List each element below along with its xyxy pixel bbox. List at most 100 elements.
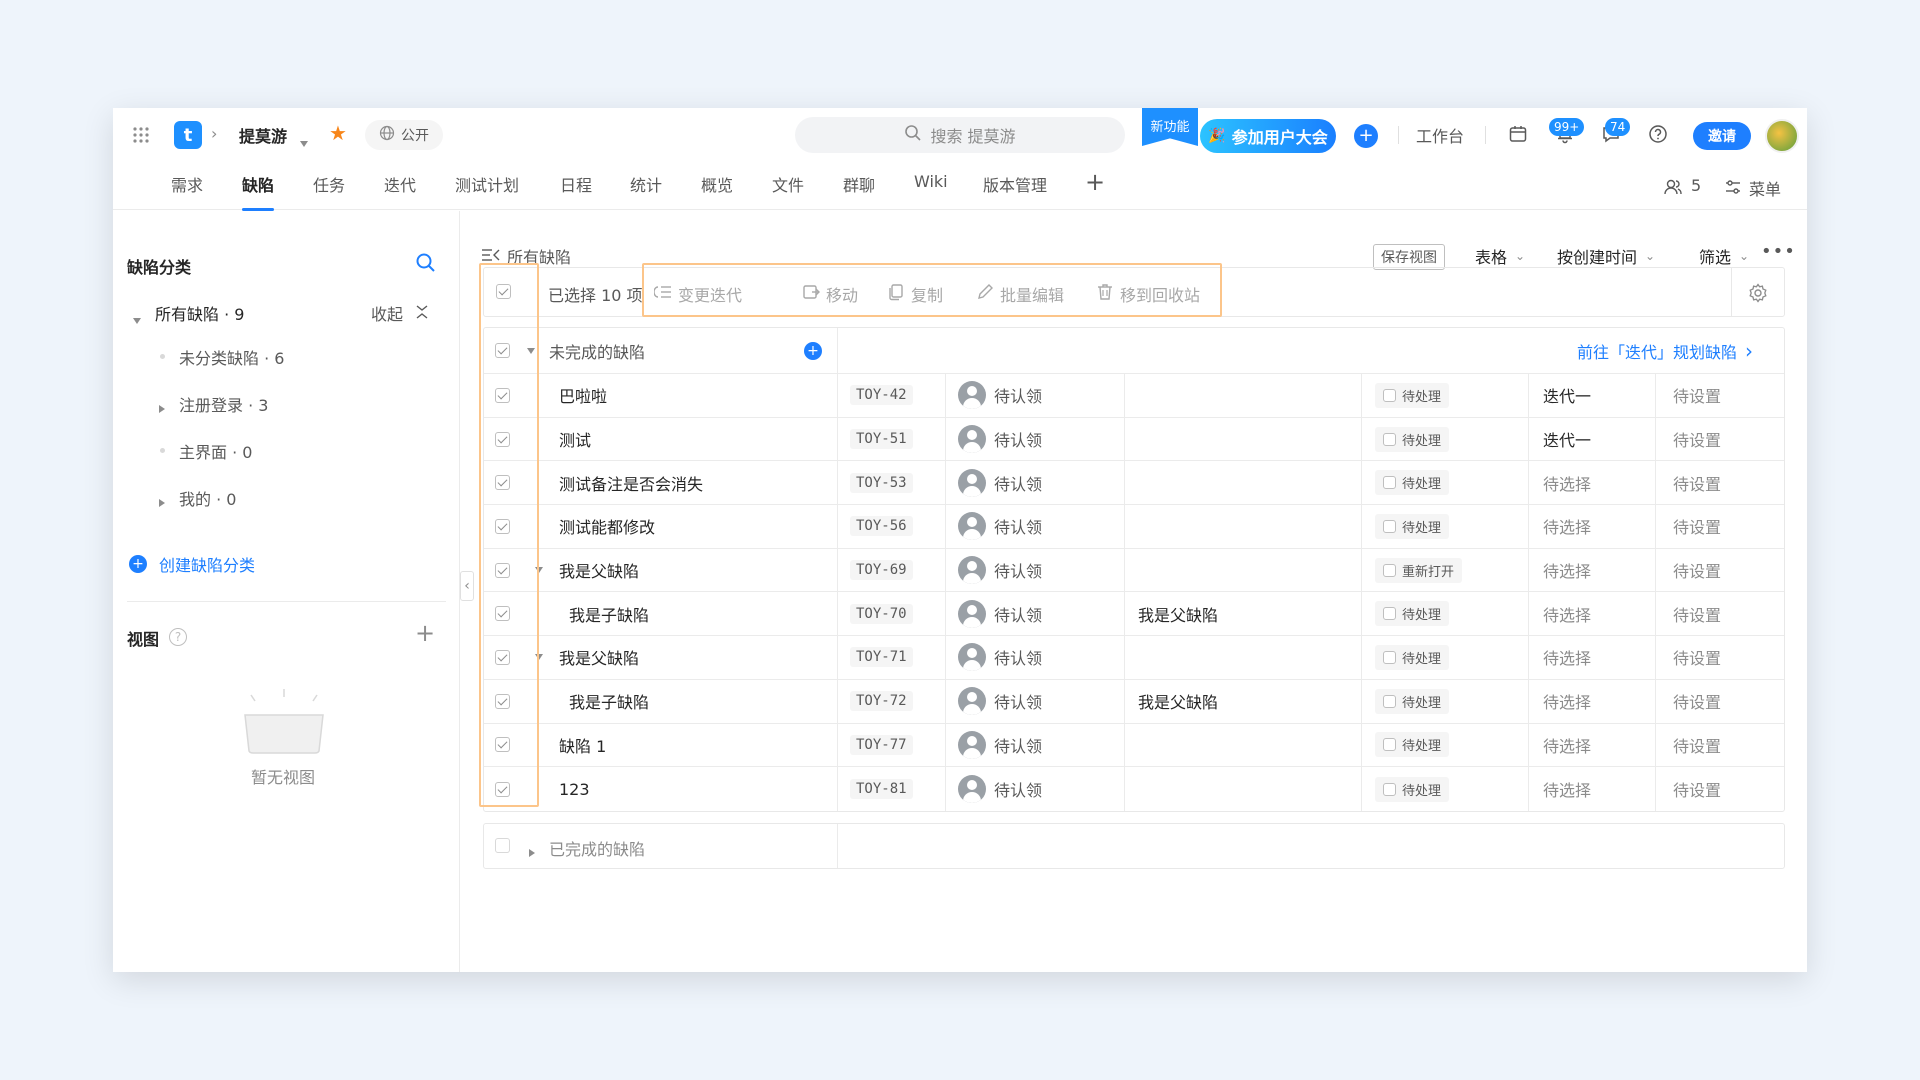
priority-cell[interactable]: 待设置 — [1673, 636, 1721, 679]
table-row[interactable]: 我是子缺陷 TOY-72 待认领 我是父缺陷 待处理 待选择 待设置 — [484, 679, 1784, 724]
iteration-cell[interactable]: 待选择 — [1543, 461, 1591, 504]
add-view-icon[interactable]: + — [415, 619, 435, 647]
row-checkbox[interactable] — [495, 374, 510, 417]
favorite-star-icon[interactable]: ★ — [329, 121, 347, 145]
row-expand-icon[interactable] — [535, 549, 543, 592]
members-count[interactable]: 5 — [1691, 176, 1701, 195]
defect-title[interactable]: 我是父缺陷 — [559, 549, 639, 592]
table-row[interactable]: 巴啦啦 TOY-42 待认领 待处理 迭代一 待设置 — [484, 374, 1784, 418]
iteration-cell[interactable]: 待选择 — [1543, 505, 1591, 548]
sidebar-search-icon[interactable] — [415, 252, 437, 278]
table-row[interactable]: 测试备注是否会消失 TOY-53 待认领 待处理 待选择 待设置 — [484, 461, 1784, 506]
defect-title[interactable]: 我是父缺陷 — [559, 636, 639, 679]
list-collapse-icon[interactable] — [481, 247, 501, 267]
assignee-cell[interactable]: 待认领 — [958, 680, 1042, 723]
priority-cell[interactable]: 待设置 — [1673, 592, 1721, 635]
assignee-cell[interactable]: 待认领 — [958, 418, 1042, 461]
row-checkbox[interactable] — [495, 592, 510, 635]
row-checkbox[interactable] — [495, 724, 510, 767]
status-cell[interactable]: 待处理 — [1375, 724, 1450, 767]
completed-group-title[interactable]: 已完成的缺陷 — [549, 836, 645, 860]
status-cell[interactable]: 待处理 — [1375, 636, 1450, 679]
status-cell[interactable]: 待处理 — [1375, 461, 1450, 504]
help-icon[interactable] — [1648, 124, 1668, 148]
project-dropdown-icon[interactable] — [300, 132, 308, 151]
menu-label[interactable]: 菜单 — [1749, 176, 1781, 200]
table-row[interactable]: 123 TOY-81 待认领 待处理 待选择 待设置 — [484, 767, 1784, 811]
views-help-icon[interactable]: ? — [169, 628, 187, 646]
defect-title[interactable]: 我是子缺陷 — [569, 680, 649, 723]
status-cell[interactable]: 待处理 — [1375, 592, 1450, 635]
all-defects-toggle-icon[interactable] — [133, 309, 141, 328]
defect-id[interactable]: TOY-77 — [850, 724, 913, 767]
collapse-button[interactable]: 收起 — [371, 301, 403, 325]
more-options-icon[interactable]: ••• — [1761, 241, 1796, 262]
defect-id[interactable]: TOY-69 — [850, 549, 913, 592]
move-to-trash-button[interactable]: 移到回收站 — [1096, 282, 1200, 306]
group-select-checkbox[interactable] — [495, 328, 510, 373]
status-cell[interactable]: 待处理 — [1375, 505, 1450, 548]
change-iteration-button[interactable]: 变更迭代 — [653, 282, 742, 306]
assignee-cell[interactable]: 待认领 — [958, 767, 1042, 811]
sort-dropdown[interactable]: 按创建时间 ⌄ — [1557, 244, 1655, 268]
iteration-cell[interactable]: 待选择 — [1543, 767, 1591, 811]
defect-title[interactable]: 缺陷 1 — [559, 724, 606, 767]
menu-sliders-icon[interactable] — [1723, 177, 1743, 201]
user-avatar[interactable] — [1765, 119, 1799, 153]
status-cell[interactable]: 待处理 — [1375, 680, 1450, 723]
parent-defect[interactable]: 我是父缺陷 — [1138, 592, 1218, 635]
defect-id[interactable]: TOY-72 — [850, 680, 913, 723]
move-button[interactable]: 移动 — [802, 282, 858, 306]
row-checkbox[interactable] — [495, 680, 510, 723]
assignee-cell[interactable]: 待认领 — [958, 374, 1042, 417]
search-input[interactable]: 搜索 提莫游 — [795, 117, 1125, 153]
defect-id[interactable]: TOY-70 — [850, 592, 913, 635]
row-checkbox[interactable] — [495, 461, 510, 504]
copy-button[interactable]: 复制 — [887, 282, 943, 306]
completed-group-expand-icon[interactable] — [529, 842, 535, 861]
table-row[interactable]: 我是父缺陷 TOY-69 待认领 重新打开 待选择 待设置 — [484, 548, 1784, 593]
completed-group-checkbox[interactable] — [495, 838, 510, 857]
project-name[interactable]: 提莫游 — [239, 123, 287, 147]
iteration-cell[interactable]: 待选择 — [1543, 680, 1591, 723]
priority-cell[interactable]: 待设置 — [1673, 374, 1721, 417]
row-checkbox[interactable] — [495, 549, 510, 592]
status-cell[interactable]: 待处理 — [1375, 418, 1450, 461]
defect-title[interactable]: 测试备注是否会消失 — [559, 461, 703, 504]
tab-iterations[interactable]: 迭代 — [384, 172, 416, 196]
assignee-cell[interactable]: 待认领 — [958, 724, 1042, 767]
tab-tasks[interactable]: 任务 — [313, 172, 345, 196]
defect-title[interactable]: 123 — [559, 767, 590, 811]
new-feature-ribbon[interactable]: 新功能 — [1142, 108, 1198, 146]
iteration-cell[interactable]: 迭代一 — [1543, 418, 1591, 461]
tab-requirements[interactable]: 需求 — [171, 172, 203, 196]
priority-cell[interactable]: 待设置 — [1673, 724, 1721, 767]
plan-defects-link[interactable]: 前往「迭代」规划缺陷 › — [1577, 328, 1753, 373]
iteration-cell[interactable]: 待选择 — [1543, 724, 1591, 767]
parent-defect[interactable]: 我是父缺陷 — [1138, 680, 1218, 723]
assignee-cell[interactable]: 待认领 — [958, 549, 1042, 592]
defect-id[interactable]: TOY-81 — [850, 767, 913, 811]
category-expand-icon[interactable] — [159, 492, 165, 511]
group-toggle-icon[interactable] — [527, 328, 535, 373]
iteration-cell[interactable]: 待选择 — [1543, 549, 1591, 592]
tab-schedule[interactable]: 日程 — [560, 172, 592, 196]
view-mode-dropdown[interactable]: 表格 ⌄ — [1475, 244, 1525, 268]
user-conference-button[interactable]: 🎉 参加用户大会 — [1200, 119, 1336, 153]
defect-id[interactable]: TOY-71 — [850, 636, 913, 679]
workbench-link[interactable]: 工作台 — [1416, 123, 1464, 147]
priority-cell[interactable]: 待设置 — [1673, 767, 1721, 811]
add-icon[interactable]: + — [1354, 124, 1378, 148]
sidebar-item-register-login[interactable]: 注册登录 · 3 — [179, 392, 268, 416]
category-expand-icon[interactable] — [159, 398, 165, 417]
tab-statistics[interactable]: 统计 — [630, 172, 662, 196]
create-category-link[interactable]: 创建缺陷分类 — [159, 552, 255, 576]
iteration-cell[interactable]: 待选择 — [1543, 592, 1591, 635]
defect-id[interactable]: TOY-42 — [850, 374, 913, 417]
row-checkbox[interactable] — [495, 505, 510, 548]
app-logo[interactable]: t — [174, 121, 202, 149]
status-cell[interactable]: 待处理 — [1375, 374, 1450, 417]
add-defect-icon[interactable]: + — [804, 328, 822, 373]
status-cell[interactable]: 重新打开 — [1375, 549, 1463, 592]
priority-cell[interactable]: 待设置 — [1673, 461, 1721, 504]
